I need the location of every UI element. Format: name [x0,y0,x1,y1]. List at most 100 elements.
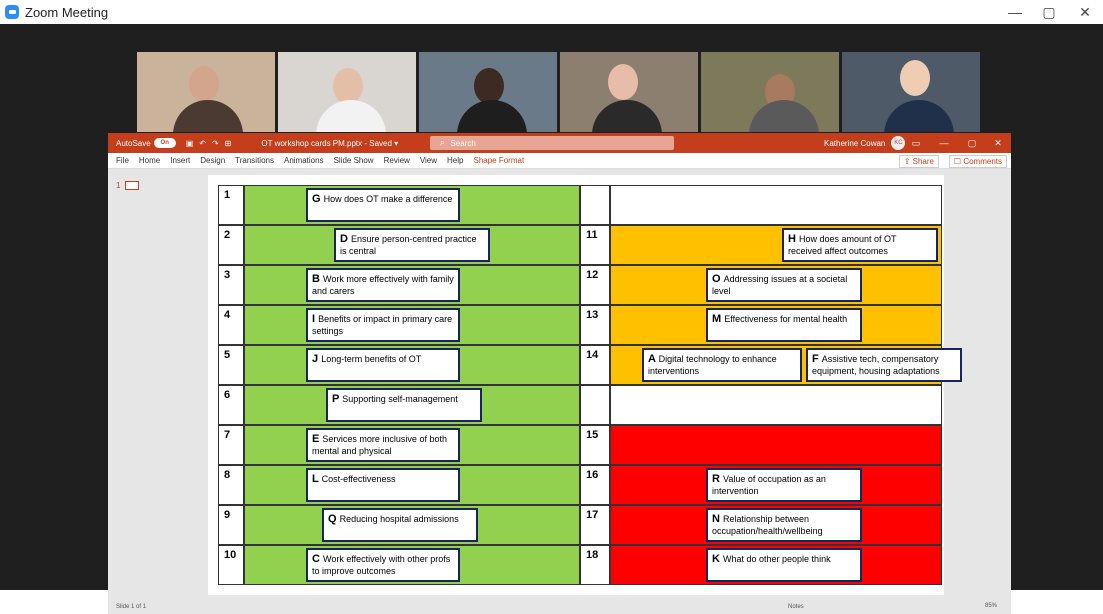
row-number: 3 [218,265,244,305]
row-number [580,385,610,425]
slide-thumbnail-pane: 1 [108,169,148,599]
card-j[interactable]: J Long-term benefits of OT [306,348,460,382]
row-number: 18 [580,545,610,585]
card-f[interactable]: F Assistive tech, compensatory equipment… [806,348,962,382]
zoom-app-icon [5,5,19,19]
card-text: Cost-effectiveness [321,474,396,484]
card-d[interactable]: D Ensure person-centred practice is cent… [334,228,490,262]
tab-review[interactable]: Review [384,156,410,165]
row-number: 1 [218,185,244,225]
card-n[interactable]: N Relationship between occupation/health… [706,508,862,542]
card-a[interactable]: A Digital technology to enhance interven… [642,348,802,382]
tab-insert[interactable]: Insert [170,156,190,165]
card-l[interactable]: L Cost-effectiveness [306,468,460,502]
slide-canvas[interactable]: 1 G How does OT make a difference 2 D Ensur… [208,175,962,595]
participant-gallery [137,52,980,132]
ribbon-display-icon[interactable]: ▭ [904,133,928,153]
participant-video-1[interactable] [137,52,275,132]
tab-design[interactable]: Design [200,156,225,165]
card-text: Effectiveness for mental health [724,314,848,324]
card-i[interactable]: I Benefits or impact in primary care set… [306,308,460,342]
card-letter: O [712,273,724,285]
card-letter: A [648,353,659,365]
tab-slide-show[interactable]: Slide Show [334,156,374,165]
card-letter: M [712,313,725,325]
card-text: Ensure person-centred practice is centra… [340,234,477,256]
share-button[interactable]: ⇪ Share [898,155,939,168]
row-number: 12 [580,265,610,305]
row-number: 5 [218,345,244,385]
card-text: How does OT make a difference [323,194,453,204]
user-name: Katherine Cowan [824,138,886,148]
tab-help[interactable]: Help [447,156,463,165]
tab-home[interactable]: Home [139,156,160,165]
card-p[interactable]: P Supporting self-management [326,388,482,422]
minimize-button[interactable]: — [998,0,1032,24]
account-area[interactable]: Katherine Cowan KC [824,133,906,153]
search-icon: ⌕ [440,138,445,147]
card-g[interactable]: G How does OT make a difference [306,188,460,222]
row-number: 16 [580,465,610,505]
card-letter: H [788,233,799,245]
autosave-switch[interactable]: On [153,138,176,148]
participant-video-5[interactable] [701,52,839,132]
slide-status: Slide 1 of 1 [116,604,147,610]
document-title[interactable]: OT workshop cards PM.pptx - Saved ▾ [261,139,398,148]
card-o[interactable]: O Addressing issues at a societal level [706,268,862,302]
quick-access-icons[interactable]: ▣↶↷⊞ [186,139,238,148]
participant-video-6[interactable] [842,52,980,132]
tab-file[interactable]: File [116,156,129,165]
tab-animations[interactable]: Animations [284,156,324,165]
card-b[interactable]: B Work more effectively with family and … [306,268,460,302]
card-letter: B [312,273,323,285]
card-text: Work more effectively with family and ca… [312,274,454,296]
row-number [580,185,610,225]
row-number: 7 [218,425,244,465]
card-r[interactable]: R Value of occupation as an intervention [706,468,862,502]
card-letter: J [312,353,322,365]
participant-video-4[interactable] [560,52,698,132]
card-letter: R [712,473,723,485]
share-label: Share [912,157,934,166]
priority-cell [610,385,942,425]
card-c[interactable]: C Work effectively with other profs to i… [306,548,460,582]
card-m[interactable]: M Effectiveness for mental health [706,308,862,342]
autosave-toggle[interactable]: AutoSave On [116,138,176,148]
card-text: Work effectively with other profs to imp… [312,554,451,576]
ribbon-tabs: File Home Insert Design Transitions Anim… [108,153,1011,169]
card-k[interactable]: K What do other people think [706,548,862,582]
ppt-minimize-button[interactable]: — [932,133,956,153]
search-placeholder: Search [450,138,476,148]
zoom-level[interactable]: 85% [985,603,997,609]
tab-transitions[interactable]: Transitions [235,156,274,165]
close-button[interactable]: ✕ [1068,0,1102,24]
priority-cell [610,185,942,225]
ppt-close-button[interactable]: ✕ [986,133,1010,153]
row-number: 13 [580,305,610,345]
card-letter: E [312,433,323,445]
slide-thumbnail[interactable] [125,181,139,190]
row-number: 14 [580,345,610,385]
tab-view[interactable]: View [420,156,437,165]
comment-icon: ☐ [953,157,964,166]
row-number: 11 [580,225,610,265]
card-text: What do other people think [723,554,831,564]
participant-video-2[interactable] [278,52,416,132]
card-text: Addressing issues at a societal level [712,274,848,296]
card-e[interactable]: E Services more inclusive of both mental… [306,428,460,462]
search-box[interactable]: ⌕ Search [430,136,674,150]
row-number: 2 [218,225,244,265]
card-h[interactable]: H How does amount of OT received affect … [782,228,938,262]
comments-button[interactable]: ☐ Comments [948,155,1007,168]
ppt-titlebar: AutoSave On ▣↶↷⊞ OT workshop cards PM.pp… [108,133,1011,153]
participant-video-3[interactable] [419,52,557,132]
notes-button[interactable]: Notes [788,604,804,610]
tab-shape-format[interactable]: Shape Format [473,156,524,165]
ppt-restore-button[interactable]: ▢ [960,133,984,153]
card-text: Services more inclusive of both mental a… [312,434,447,456]
restore-button[interactable]: ▢ [1032,0,1066,24]
card-text: Reducing hospital admissions [339,514,459,524]
slide-number: 1 [116,181,121,190]
card-q[interactable]: Q Reducing hospital admissions [322,508,478,542]
card-letter: Q [328,513,340,525]
